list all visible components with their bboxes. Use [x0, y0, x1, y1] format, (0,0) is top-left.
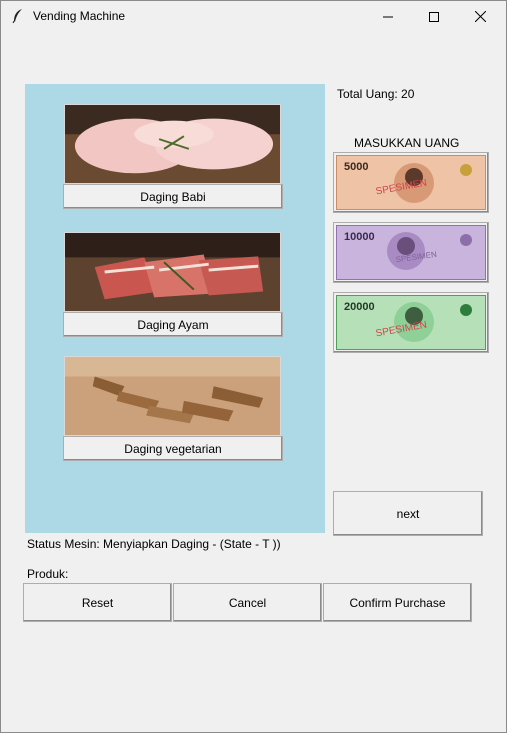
close-button[interactable] [457, 1, 503, 32]
product-button-daging-babi[interactable]: Daging Babi [63, 184, 283, 209]
machine-status-label: Status Mesin: Menyiapkan Daging - (State… [27, 537, 281, 551]
next-button[interactable]: next [333, 491, 483, 536]
insert-money-label: MASUKKAN UANG [354, 136, 460, 150]
raw-meat-slices-image[interactable] [64, 232, 281, 312]
title-bar[interactable]: Vending Machine [1, 1, 506, 32]
selected-product-label: Produk: [27, 567, 69, 581]
close-icon [474, 11, 486, 22]
minimize-button[interactable] [365, 1, 411, 32]
confirm-purchase-button[interactable]: Confirm Purchase [323, 583, 472, 622]
vegetarian-meat-image[interactable] [64, 356, 281, 436]
money-5000-button[interactable]: 5000 SPESIMEN [333, 152, 489, 213]
svg-text:20000: 20000 [344, 301, 375, 313]
product-button-daging-vegetarian[interactable]: Daging vegetarian [63, 436, 283, 461]
minimize-icon [383, 16, 393, 17]
money-20000-button[interactable]: 20000 SPESIMEN [333, 292, 489, 353]
vending-machine-window: Vending Machine Daging Babi Daging Ayam … [0, 0, 507, 733]
total-money-label: Total Uang: 20 [337, 87, 415, 101]
svg-text:5000: 5000 [344, 161, 368, 173]
reset-button[interactable]: Reset [23, 583, 172, 622]
feather-icon [12, 9, 22, 24]
maximize-button[interactable] [411, 1, 457, 32]
svg-text:10000: 10000 [344, 231, 375, 243]
maximize-icon [429, 11, 439, 22]
window-title: Vending Machine [33, 9, 126, 23]
banknote-5000-icon: 5000 SPESIMEN [336, 155, 486, 210]
raw-pork-image[interactable] [64, 104, 281, 184]
cancel-button[interactable]: Cancel [173, 583, 322, 622]
banknote-10000-icon: 10000 SPESIMEN [336, 225, 486, 280]
money-10000-button[interactable]: 10000 SPESIMEN [333, 222, 489, 283]
product-button-daging-ayam[interactable]: Daging Ayam [63, 312, 283, 337]
banknote-20000-icon: 20000 SPESIMEN [336, 295, 486, 350]
